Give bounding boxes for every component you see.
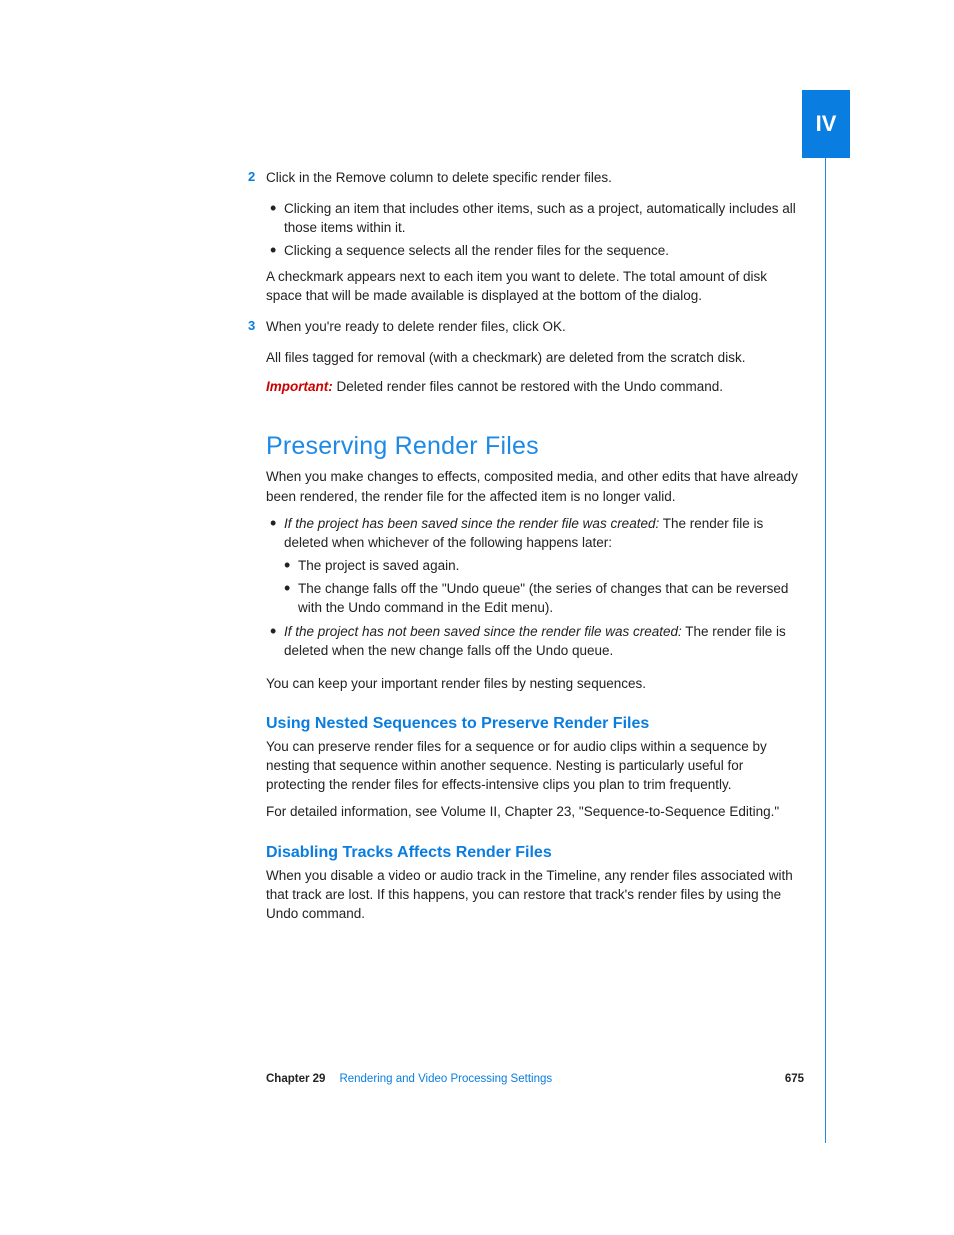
part-tab: IV — [802, 90, 850, 158]
important-text: Deleted render files cannot be restored … — [333, 379, 723, 394]
footer-page-number: 675 — [785, 1073, 804, 1085]
case-item-notsaved: If the project has not been saved since … — [284, 622, 804, 660]
step-3: 3 When you're ready to delete render fil… — [236, 317, 804, 336]
intro-para: When you make changes to effects, compos… — [236, 467, 804, 505]
step-text: Click in the Remove column to delete spe… — [266, 170, 612, 185]
heading-nested-sequences: Using Nested Sequences to Preserve Rende… — [236, 715, 804, 733]
step-number: 3 — [248, 317, 255, 335]
step-3-followup: All files tagged for removal (with a che… — [236, 348, 804, 367]
important-note: Important: Deleted render files cannot b… — [236, 377, 804, 396]
step-2-followup: A checkmark appears next to each item yo… — [236, 267, 804, 305]
heading-preserving: Preserving Render Files — [236, 432, 804, 461]
case-bullets: If the project has been saved since the … — [236, 514, 804, 660]
list-item: Clicking an item that includes other ite… — [284, 199, 804, 237]
xref-para: For detailed information, see Volume II,… — [236, 802, 804, 821]
nested-seq-para: You can preserve render files for a sequ… — [236, 737, 804, 794]
case-sub-bullets: The project is saved again. The change f… — [284, 556, 804, 617]
case-leadin: If the project has been saved since the … — [284, 516, 659, 531]
heading-disabling-tracks: Disabling Tracks Affects Render Files — [236, 844, 804, 862]
page-footer: Chapter 29 Rendering and Video Processin… — [236, 1073, 804, 1085]
step-number: 2 — [248, 168, 255, 186]
case-item-saved: If the project has been saved since the … — [284, 514, 804, 618]
step-2: 2 Click in the Remove column to delete s… — [236, 168, 804, 187]
important-label: Important: — [266, 379, 333, 394]
list-item: Clicking a sequence selects all the rend… — [284, 241, 804, 260]
footer-chapter-title: Rendering and Video Processing Settings — [339, 1073, 552, 1085]
step-text: When you're ready to delete render files… — [266, 319, 566, 334]
list-item: The project is saved again. — [298, 556, 804, 575]
page-content: 2 Click in the Remove column to delete s… — [236, 168, 804, 931]
section-preserving: Preserving Render Files When you make ch… — [236, 432, 804, 923]
disabling-para: When you disable a video or audio track … — [236, 866, 804, 923]
step-2-bullets: Clicking an item that includes other ite… — [236, 199, 804, 260]
nest-note: You can keep your important render files… — [236, 674, 804, 693]
footer-chapter-label: Chapter 29 — [266, 1073, 325, 1085]
list-item: The change falls off the "Undo queue" (t… — [298, 579, 804, 617]
right-rule — [825, 158, 826, 1143]
case-leadin: If the project has not been saved since … — [284, 624, 682, 639]
